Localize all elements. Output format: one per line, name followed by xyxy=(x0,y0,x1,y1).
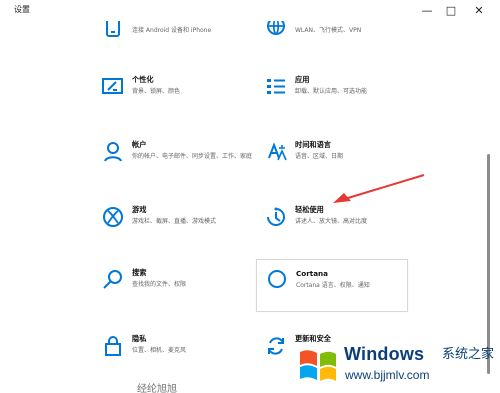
tile-privacy-title: 隐私 xyxy=(132,334,147,343)
tile-network-description: WLAN、飞行模式、VPN xyxy=(295,27,362,34)
tile-ease-of-access[interactable]: 轻松使用 讲述人、放大镜、高对比度 xyxy=(264,205,429,258)
tile-search-title: 搜索 xyxy=(132,268,147,277)
window-title: 设置 xyxy=(14,5,30,14)
tile-apps-description: 卸载、默认应用、可选功能 xyxy=(295,88,368,95)
tile-account-title: 帐户 xyxy=(132,140,147,149)
tile-gaming[interactable]: 游戏 游戏栏、截屏、直播、游戏模式 xyxy=(101,205,266,258)
tile-personalization[interactable]: 个性化 背景、锁屏、颜色 xyxy=(101,75,266,128)
tile-privacy-description: 位置、相机、麦克风 xyxy=(132,347,187,354)
lock-icon xyxy=(105,336,121,356)
watermark-url: www.bjjmlv.com xyxy=(345,368,430,382)
tile-cortana-title: Cortana xyxy=(296,269,329,278)
account-icon xyxy=(104,142,122,162)
tile-apps-title: 应用 xyxy=(295,75,310,84)
watermark-tag: 系统之家 xyxy=(442,347,495,362)
watermark-brand: Windows xyxy=(344,344,425,364)
apps-icon xyxy=(267,79,285,94)
windows-logo-icon xyxy=(300,350,336,381)
close-button[interactable]: ✕ xyxy=(467,0,491,21)
personalization-icon xyxy=(102,78,123,94)
ease-of-access-icon xyxy=(267,207,285,226)
tile-ease-of-access-description: 讲述人、放大镜、高对比度 xyxy=(295,218,368,225)
tile-search[interactable]: 搜索 查找我的文件、权限 xyxy=(101,268,266,321)
tile-cortana[interactable]: Cortana Cortana 语言、权限、通知 xyxy=(256,259,408,312)
cortana-icon xyxy=(268,270,286,288)
tile-apps[interactable]: 应用 卸载、默认应用、可选功能 xyxy=(264,75,429,128)
search-icon xyxy=(103,270,122,289)
tile-time-language[interactable]: 时间和语言 语音、区域、日期 xyxy=(264,140,429,193)
settings-window: 设置 — □ ✕ 连接 Android 设备和 iPhone WLAN、飞行模式… xyxy=(0,0,500,393)
tile-account-description: 你的帐户、电子邮件、同步设置、工作、家庭 xyxy=(132,153,253,160)
tile-gaming-description: 游戏栏、截屏、直播、游戏模式 xyxy=(132,218,217,225)
xbox-icon xyxy=(103,207,123,227)
partially-visible-label: 经纶旭旭 xyxy=(137,384,177,393)
update-icon xyxy=(268,337,284,355)
close-icon: ✕ xyxy=(474,4,484,17)
tile-gaming-title: 游戏 xyxy=(132,205,147,214)
watermark: Windows 系统之家 www.bjjmlv.com xyxy=(298,340,495,388)
tile-search-description: 查找我的文件、权限 xyxy=(132,281,187,288)
tile-personalization-description: 背景、锁屏、颜色 xyxy=(132,88,181,95)
tile-cortana-description: Cortana 语言、权限、通知 xyxy=(296,282,370,289)
tile-ease-of-access-title: 轻松使用 xyxy=(295,205,324,214)
maximize-icon: □ xyxy=(445,4,457,17)
title-bar: 设置 — □ ✕ xyxy=(0,0,500,21)
tile-personalization-title: 个性化 xyxy=(132,75,154,84)
time-language-icon xyxy=(268,142,287,161)
tile-phone[interactable]: 连接 Android 设备和 iPhone xyxy=(101,14,266,67)
tile-privacy[interactable]: 隐私 位置、相机、麦克风 xyxy=(101,334,266,387)
tile-time-language-title: 时间和语言 xyxy=(295,140,331,149)
minimize-button[interactable]: — xyxy=(415,0,439,21)
tile-time-language-description: 语音、区域、日期 xyxy=(295,153,344,160)
tile-account[interactable]: 帐户 你的帐户、电子邮件、同步设置、工作、家庭 xyxy=(101,140,266,193)
tile-network[interactable]: WLAN、飞行模式、VPN xyxy=(264,14,429,67)
minimize-icon: — xyxy=(421,4,433,17)
maximize-button[interactable]: □ xyxy=(439,0,463,21)
tile-phone-description: 连接 Android 设备和 iPhone xyxy=(132,27,212,34)
